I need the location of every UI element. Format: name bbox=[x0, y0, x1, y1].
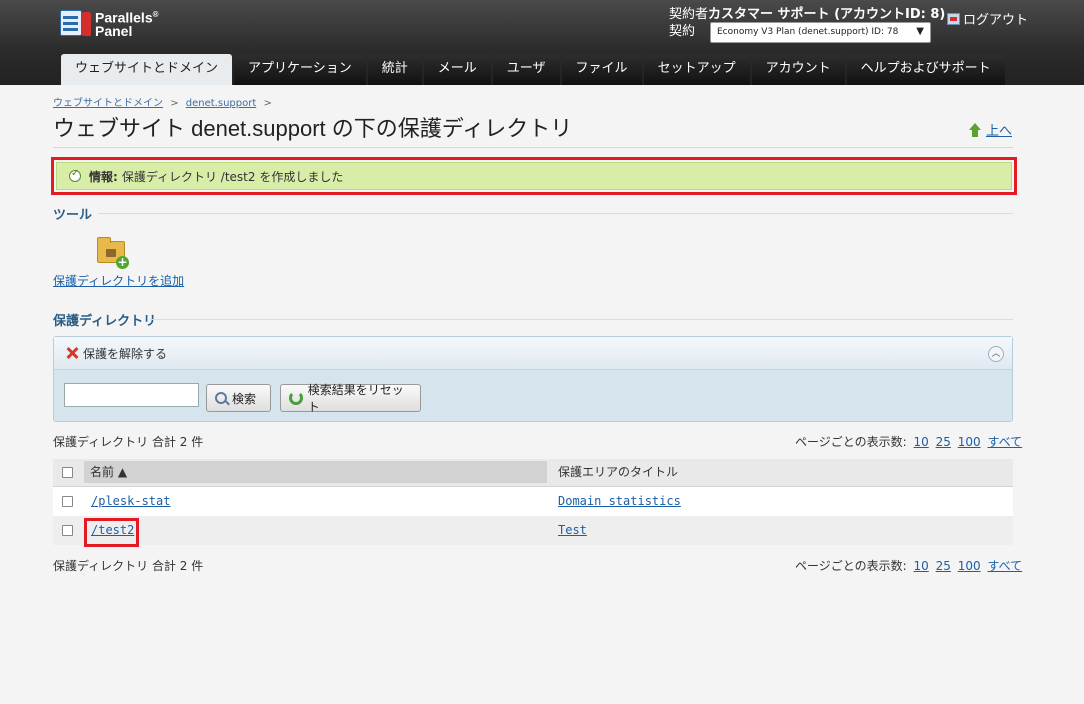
account-name: カスタマー サポート (アカウントID: 8) bbox=[708, 7, 946, 22]
title-divider bbox=[53, 147, 1013, 148]
protected-section-title: 保護ディレクトリ bbox=[53, 314, 157, 329]
parallels-panel-logo[interactable]: Parallels® Panel bbox=[60, 8, 159, 38]
up-level-label: 上へ bbox=[986, 124, 1013, 139]
search-input[interactable] bbox=[64, 383, 199, 407]
info-message-highlight: 情報: 保護ディレクトリ /test2 を作成しました bbox=[51, 157, 1017, 195]
tab-setup[interactable]: セットアップ bbox=[643, 54, 750, 85]
tab-websites-domains[interactable]: ウェブサイトとドメイン bbox=[61, 54, 233, 85]
column-name-sort[interactable]: 名前 ▲ bbox=[84, 461, 547, 483]
per-page-bottom: ページごとの表示数: 10 25 100 すべて bbox=[795, 559, 1023, 573]
protected-section-divider bbox=[150, 319, 1013, 320]
list-toolbar-panel: 保護を解除する ︿ 検索 検索結果をリセット bbox=[53, 336, 1013, 422]
per-page-100[interactable]: 100 bbox=[958, 435, 981, 449]
panel-toolbar: 保護を解除する ︿ bbox=[54, 337, 1012, 370]
row-checkbox[interactable] bbox=[62, 496, 73, 507]
total-count-bottom: 保護ディレクトリ 合計 2 件 bbox=[53, 559, 204, 573]
panel-logo-icon bbox=[60, 8, 92, 38]
tab-applications[interactable]: アプリケーション bbox=[234, 54, 366, 85]
select-all-checkbox[interactable] bbox=[62, 467, 73, 478]
page-title: ウェブサイト denet.support の下の保護ディレクトリ bbox=[53, 116, 573, 141]
info-text: 保護ディレクトリ /test2 を作成しました bbox=[121, 169, 344, 184]
logout-link[interactable]: ログアウト bbox=[947, 9, 1028, 28]
row-checkbox[interactable] bbox=[62, 525, 73, 536]
tab-users[interactable]: ユーザ bbox=[492, 54, 560, 85]
table-row: /plesk-stat Domain statistics bbox=[53, 487, 1013, 516]
collapse-icon[interactable]: ︿ bbox=[988, 346, 1004, 362]
logout-icon bbox=[947, 12, 960, 25]
tab-mail[interactable]: メール bbox=[423, 54, 491, 85]
per-page-100[interactable]: 100 bbox=[958, 559, 981, 573]
per-page-10[interactable]: 10 bbox=[914, 559, 929, 573]
tools-section-title: ツール bbox=[53, 208, 93, 223]
tab-help-support[interactable]: ヘルプおよびサポート bbox=[846, 54, 1005, 85]
search-icon bbox=[215, 392, 227, 404]
tab-files[interactable]: ファイル bbox=[561, 54, 642, 85]
column-title: 保護エリアのタイトル bbox=[558, 465, 679, 479]
add-protected-directory-link[interactable]: 保護ディレクトリを追加 bbox=[53, 272, 184, 289]
info-label: 情報: bbox=[89, 169, 118, 184]
table-header: 名前 ▲ 保護エリアのタイトル bbox=[53, 459, 1013, 487]
per-page-all[interactable]: すべて bbox=[987, 435, 1022, 449]
area-title-link[interactable]: Test bbox=[558, 523, 587, 537]
main-tabs: ウェブサイトとドメイン アプリケーション 統計 メール ユーザ ファイル セット… bbox=[61, 54, 1007, 85]
add-protected-directory-icon[interactable]: + bbox=[97, 237, 129, 269]
tools-section-divider bbox=[98, 213, 1013, 214]
top-header: Parallels® Panel 契約者カスタマー サポート (アカウントID:… bbox=[0, 0, 1084, 85]
account-label: 契約者 bbox=[669, 7, 709, 22]
remove-protection-button[interactable]: 保護を解除する bbox=[83, 345, 167, 362]
check-circle-icon bbox=[69, 168, 81, 182]
dropdown-arrow-icon: ▼ bbox=[916, 26, 924, 37]
subscription-select-value: Economy V3 Plan (denet.support) ID: 78 bbox=[717, 27, 899, 37]
refresh-icon bbox=[289, 391, 303, 405]
subscription-select[interactable]: Economy V3 Plan (denet.support) ID: 78 ▼ bbox=[710, 22, 931, 43]
up-arrow-icon bbox=[968, 122, 982, 137]
info-message: 情報: 保護ディレクトリ /test2 を作成しました bbox=[56, 162, 1012, 190]
main-content: ウェブサイトとドメイン > denet.support > ウェブサイト den… bbox=[0, 85, 1084, 704]
remove-protection-icon bbox=[65, 346, 79, 360]
tab-statistics[interactable]: 統計 bbox=[367, 54, 422, 85]
breadcrumb-domain[interactable]: denet.support bbox=[186, 98, 256, 109]
directory-link[interactable]: /test2 bbox=[91, 523, 134, 537]
per-page-top: ページごとの表示数: 10 25 100 すべて bbox=[795, 435, 1023, 449]
protected-directories-table: 名前 ▲ 保護エリアのタイトル /plesk-stat Domain stati… bbox=[53, 459, 1013, 547]
per-page-25[interactable]: 25 bbox=[936, 559, 951, 573]
up-level-link[interactable]: 上へ bbox=[968, 120, 1012, 139]
logout-label: ログアウト bbox=[963, 13, 1029, 28]
per-page-25[interactable]: 25 bbox=[936, 435, 951, 449]
breadcrumb-websites-domains[interactable]: ウェブサイトとドメイン bbox=[53, 98, 163, 109]
per-page-all[interactable]: すべて bbox=[987, 559, 1022, 573]
area-title-link[interactable]: Domain statistics bbox=[558, 494, 681, 508]
per-page-10[interactable]: 10 bbox=[914, 435, 929, 449]
table-row: /test2 Test bbox=[53, 516, 1013, 547]
total-count-top: 保護ディレクトリ 合計 2 件 bbox=[53, 435, 204, 449]
logo-line2: Panel bbox=[95, 22, 133, 39]
search-button[interactable]: 検索 bbox=[206, 384, 271, 412]
directory-link[interactable]: /plesk-stat bbox=[91, 494, 170, 508]
reset-search-button[interactable]: 検索結果をリセット bbox=[280, 383, 421, 414]
breadcrumb: ウェブサイトとドメイン > denet.support > bbox=[53, 98, 272, 109]
tab-account[interactable]: アカウント bbox=[751, 54, 845, 85]
